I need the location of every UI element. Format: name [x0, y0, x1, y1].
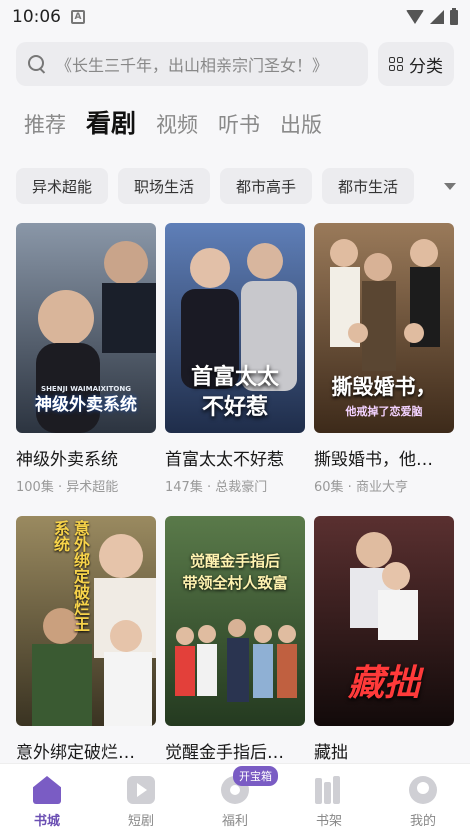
drama-meta: 147集 · 总裁豪门: [165, 480, 268, 495]
content-tabs: 推荐 看剧 视频 听书 出版: [24, 104, 322, 140]
nav-me[interactable]: 我的: [376, 764, 470, 835]
drama-card[interactable]: 意外绑定破烂王系统 意外绑定破烂…: [16, 516, 156, 763]
drama-cover[interactable]: 神级外卖系统 SHENJI WAIMAIXITONG: [16, 223, 156, 433]
nav-bookstore[interactable]: 书城: [0, 764, 94, 835]
search-icon: [28, 55, 46, 73]
cover-title-text: 觉醒金手指后 带领全村人致富: [182, 552, 288, 592]
nav-label: 福利: [221, 814, 248, 829]
nav-label: 短剧: [127, 814, 154, 829]
category-button[interactable]: 分类: [378, 42, 454, 86]
drama-title[interactable]: 觉醒金手指后…: [165, 738, 305, 763]
drama-cover[interactable]: 意外绑定破烂王系统: [16, 516, 156, 726]
battery-icon: [450, 7, 458, 25]
drama-title[interactable]: 藏拙: [314, 738, 454, 763]
drama-title[interactable]: 首富太太不好惹: [165, 445, 305, 470]
chip-genre[interactable]: 职场生活: [118, 168, 211, 204]
cover-title-text: 藏拙: [347, 663, 420, 704]
cover-subtitle-text: 他戒掉了恋爱脑: [345, 405, 423, 418]
cover-title-text: 神级外卖系统: [35, 395, 137, 415]
tab-publish[interactable]: 出版: [280, 109, 322, 139]
profile-icon: [409, 776, 437, 804]
chip-genre[interactable]: 都市生活: [322, 168, 415, 204]
bookshelf-icon: [315, 776, 343, 804]
status-bar: 10:06 A: [0, 0, 470, 34]
drama-meta: 60集 · 商业大亨: [314, 480, 408, 495]
cover-subtitle-text: SHENJI WAIMAIXITONG: [41, 385, 131, 393]
drama-card[interactable]: 藏拙 藏拙: [314, 516, 454, 763]
drama-cover[interactable]: 觉醒金手指后 带领全村人致富: [165, 516, 305, 726]
bottom-nav: 书城 短剧 开宝箱 福利 书架 我的: [0, 763, 470, 835]
tab-audiobook[interactable]: 听书: [218, 109, 260, 139]
tab-video[interactable]: 视频: [156, 109, 198, 139]
drama-cover[interactable]: 藏拙: [314, 516, 454, 726]
search-placeholder: 《长生三千年，出山相亲宗门圣女！》: [56, 56, 329, 75]
signal-icon: [430, 10, 444, 24]
tab-recommend[interactable]: 推荐: [24, 109, 66, 139]
nav-label: 书城: [33, 814, 60, 829]
drama-cover[interactable]: 撕毁婚书， 他戒掉了恋爱脑: [314, 223, 454, 433]
search-input[interactable]: 《长生三千年，出山相亲宗门圣女！》: [16, 42, 368, 86]
drama-meta: 100集 · 异术超能: [16, 480, 119, 495]
wifi-icon: [406, 10, 424, 24]
notification-a-icon: A: [71, 10, 85, 24]
nav-short-drama[interactable]: 短剧: [94, 764, 188, 835]
cover-title-text: 首富太太 不好惹: [190, 365, 279, 420]
drama-title[interactable]: 意外绑定破烂…: [16, 738, 156, 763]
play-icon: [127, 776, 155, 804]
nav-label: 书架: [315, 814, 342, 829]
cover-title-text: 撕毁婚书，: [331, 375, 437, 399]
tab-drama[interactable]: 看剧: [86, 104, 136, 140]
drama-title[interactable]: 神级外卖系统: [16, 445, 156, 470]
nav-welfare[interactable]: 开宝箱 福利: [188, 764, 282, 835]
nav-label: 我的: [409, 814, 436, 829]
treasure-badge[interactable]: 开宝箱: [233, 766, 278, 786]
search-row: 《长生三千年，出山相亲宗门圣女！》 分类: [16, 42, 454, 86]
drama-card[interactable]: 首富太太 不好惹 首富太太不好惹 147集 · 总裁豪门: [165, 223, 305, 495]
home-icon: [33, 776, 61, 804]
status-time: 10:06: [12, 7, 61, 27]
drama-cover[interactable]: 首富太太 不好惹: [165, 223, 305, 433]
category-label: 分类: [409, 56, 443, 77]
cover-title-text: 意外绑定破烂王系统: [51, 520, 90, 632]
nav-bookshelf[interactable]: 书架: [282, 764, 376, 835]
chip-genre[interactable]: 都市高手: [220, 168, 313, 204]
drama-title[interactable]: 撕毁婚书，他…: [314, 445, 454, 470]
genre-chips: 异术超能 职场生活 都市高手 都市生活: [16, 168, 456, 204]
drama-card[interactable]: 神级外卖系统 SHENJI WAIMAIXITONG 神级外卖系统 100集 ·…: [16, 223, 156, 495]
grid-icon: [389, 57, 403, 71]
chip-genre[interactable]: 异术超能: [16, 168, 109, 204]
status-icons: [406, 7, 458, 25]
drama-card[interactable]: 觉醒金手指后 带领全村人致富 觉醒金手指后…: [165, 516, 305, 763]
chevron-down-icon[interactable]: [444, 182, 456, 190]
drama-card[interactable]: 撕毁婚书， 他戒掉了恋爱脑 撕毁婚书，他… 60集 · 商业大亨: [314, 223, 454, 495]
